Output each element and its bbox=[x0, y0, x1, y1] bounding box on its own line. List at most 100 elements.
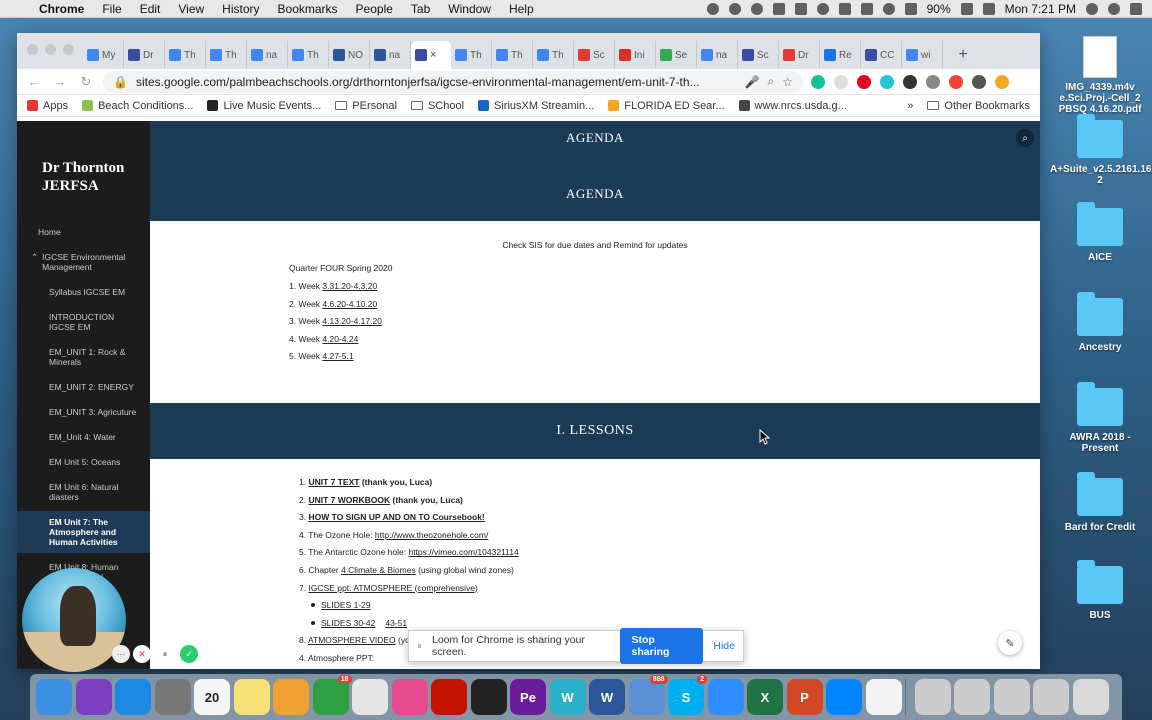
extension-icon[interactable] bbox=[834, 74, 848, 89]
star-icon[interactable]: ☆ bbox=[782, 75, 793, 89]
bookmark-item[interactable]: SChool bbox=[410, 100, 464, 112]
loom-more-icon[interactable]: ⋯ bbox=[112, 645, 130, 663]
record-extension-icon[interactable] bbox=[949, 74, 963, 89]
chrome-icon[interactable] bbox=[352, 679, 388, 715]
week-link[interactable]: 4.6.20-4.10.20 bbox=[322, 299, 377, 309]
browser-tab[interactable]: NO bbox=[329, 41, 370, 69]
cloud-icon[interactable] bbox=[750, 2, 763, 15]
wifi-icon[interactable] bbox=[882, 2, 895, 15]
sidebar-nav-item[interactable]: EM Unit 5: Oceans bbox=[17, 451, 150, 473]
chevron-icon[interactable]: ⌃ bbox=[31, 252, 38, 272]
bookmark-item[interactable]: FLORIDA ED Sear... bbox=[608, 100, 725, 112]
lesson-link[interactable]: 43-51 bbox=[385, 618, 407, 628]
bookmark-item[interactable]: Apps bbox=[27, 100, 68, 112]
lesson-link[interactable]: UNIT 7 TEXT bbox=[308, 477, 359, 487]
spotlight-icon[interactable] bbox=[1086, 2, 1098, 15]
edit-pencil-icon[interactable]: ✎ bbox=[998, 631, 1022, 655]
menu-tab[interactable]: Tab bbox=[402, 2, 439, 16]
loom-cancel-icon[interactable]: ✕ bbox=[133, 645, 151, 663]
browser-tab[interactable]: na bbox=[247, 41, 288, 69]
browser-tab[interactable]: Th bbox=[206, 41, 247, 69]
browser-tab[interactable]: × bbox=[411, 41, 451, 69]
close-tab-icon[interactable]: × bbox=[430, 49, 436, 61]
word-icon[interactable]: W bbox=[589, 679, 625, 715]
window-2-icon[interactable] bbox=[954, 679, 990, 715]
stop-sharing-button[interactable]: Stop sharing bbox=[619, 628, 704, 664]
lesson-link[interactable]: SLIDES 1-29 bbox=[321, 600, 371, 610]
browser-tab[interactable]: wi bbox=[902, 41, 943, 69]
browser-tab[interactable]: Sc bbox=[738, 41, 779, 69]
sidebar-nav-item[interactable]: EM Unit 7: The Atmosphere and Human Acti… bbox=[17, 511, 150, 553]
lesson-link[interactable]: https://vimeo.com/104321114 bbox=[408, 547, 518, 557]
sidebar-nav-item[interactable]: ⌃ IGCSE Environmental Management bbox=[17, 246, 150, 278]
desktop-icon[interactable]: IMG_4339.m4v e.Sci.Proj.-Cell_2 PBSQ 4.16… bbox=[1050, 36, 1150, 115]
bookmark-item[interactable]: SiriusXM Streamin... bbox=[478, 100, 594, 112]
menu-app-name[interactable]: Chrome bbox=[30, 2, 93, 16]
bookmark-item[interactable]: www.nrcs.usda.g... bbox=[738, 100, 847, 112]
back-button[interactable]: ← bbox=[25, 74, 43, 89]
browser-tab[interactable]: Th bbox=[165, 41, 206, 69]
sidebar-nav-item[interactable]: Syllabus IGCSE EM bbox=[17, 281, 150, 303]
launchpad-icon[interactable] bbox=[154, 679, 191, 715]
close-window-button[interactable] bbox=[27, 44, 38, 55]
menu-window[interactable]: Window bbox=[439, 2, 500, 16]
screen-icon[interactable] bbox=[794, 2, 807, 15]
pe-app-icon[interactable]: Pe bbox=[510, 679, 546, 715]
photos-icon[interactable] bbox=[273, 679, 309, 715]
search-icon[interactable]: ⌕ bbox=[768, 74, 775, 89]
browser-tab[interactable]: My bbox=[83, 41, 124, 69]
bookmark-item[interactable]: Beach Conditions... bbox=[82, 100, 193, 112]
desktop-icon[interactable]: AICE bbox=[1050, 202, 1150, 263]
microphone-icon[interactable] bbox=[706, 2, 719, 15]
browser-tab[interactable]: Th bbox=[492, 41, 533, 69]
menu-bookmarks[interactable]: Bookmarks bbox=[269, 2, 347, 16]
lesson-link[interactable]: 4 Climate & Biomes bbox=[341, 565, 416, 575]
loom-extension-icon[interactable] bbox=[880, 74, 894, 89]
browser-tab[interactable]: Sc bbox=[574, 41, 615, 69]
browser-tab[interactable]: Re bbox=[820, 41, 861, 69]
week-link[interactable]: 4.27-5.1 bbox=[322, 351, 353, 361]
safari-icon[interactable] bbox=[115, 679, 151, 715]
w-app-icon[interactable]: W bbox=[549, 679, 586, 715]
browser-tab[interactable]: Th bbox=[451, 41, 492, 69]
window-4-icon[interactable] bbox=[1033, 679, 1069, 715]
excel-icon[interactable]: X bbox=[747, 679, 783, 715]
creative-cloud-icon[interactable] bbox=[470, 679, 507, 715]
minimize-window-button[interactable] bbox=[45, 44, 56, 55]
browser-tab[interactable]: Dr bbox=[779, 41, 820, 69]
week-link[interactable]: 4.13.20-4.17.20 bbox=[322, 316, 382, 326]
browser-tab[interactable]: CC bbox=[861, 41, 902, 69]
loom-camera-bubble[interactable] bbox=[22, 568, 126, 672]
itunes-icon[interactable] bbox=[391, 679, 428, 715]
hide-button[interactable]: Hide bbox=[713, 640, 735, 652]
bookmarks-overflow-button[interactable]: » bbox=[907, 100, 913, 112]
vpn-icon[interactable] bbox=[728, 2, 741, 15]
browser-tab[interactable]: Th bbox=[288, 41, 329, 69]
lesson-link[interactable]: UNIT 7 WORKBOOK bbox=[308, 495, 390, 505]
browser-tab[interactable]: na bbox=[697, 41, 738, 69]
other-bookmarks[interactable]: Other Bookmarks bbox=[927, 100, 1030, 112]
sidebar-nav-item[interactable]: EM_UNIT 2: ENERGY bbox=[17, 376, 150, 398]
new-tab-button[interactable]: + bbox=[951, 41, 975, 69]
lesson-link[interactable]: IGCSE ppt: ATMOSPHERE (comprehensive) bbox=[308, 583, 477, 593]
maximize-window-button[interactable] bbox=[63, 44, 74, 55]
yelp-icon[interactable] bbox=[431, 679, 467, 715]
time-machine-icon[interactable] bbox=[838, 2, 851, 15]
week-link[interactable]: 4.20-4.24 bbox=[322, 334, 358, 344]
window-1-icon[interactable] bbox=[914, 679, 951, 715]
zoom-icon[interactable] bbox=[707, 679, 744, 715]
menu-help[interactable]: Help bbox=[500, 2, 543, 16]
sidebar-nav-item[interactable]: EM_UNIT 1: Rock & Minerals bbox=[17, 341, 150, 373]
sidebar-nav-item[interactable]: EM_Unit 4: Water bbox=[17, 426, 150, 448]
address-bar[interactable]: 🔒 sites.google.com/palmbeachschools.org/… bbox=[103, 70, 803, 93]
badge-extension-icon[interactable] bbox=[903, 74, 917, 89]
grid-extension-icon[interactable] bbox=[926, 74, 940, 89]
sidebar-nav-item[interactable]: EM Unit 6: Natural diasters bbox=[17, 476, 150, 508]
browser-tab[interactable]: Dr bbox=[124, 41, 165, 69]
flag-icon[interactable] bbox=[982, 2, 995, 15]
search-icon[interactable]: ⌕ bbox=[1016, 129, 1034, 147]
desktop-icon[interactable]: A+Suite_v2.5.2161.162_Mac 2 bbox=[1050, 114, 1152, 186]
browser-tab[interactable]: Ini bbox=[615, 41, 656, 69]
battery-percent[interactable]: 90% bbox=[927, 2, 951, 16]
skype-icon[interactable]: S2 bbox=[668, 675, 707, 715]
